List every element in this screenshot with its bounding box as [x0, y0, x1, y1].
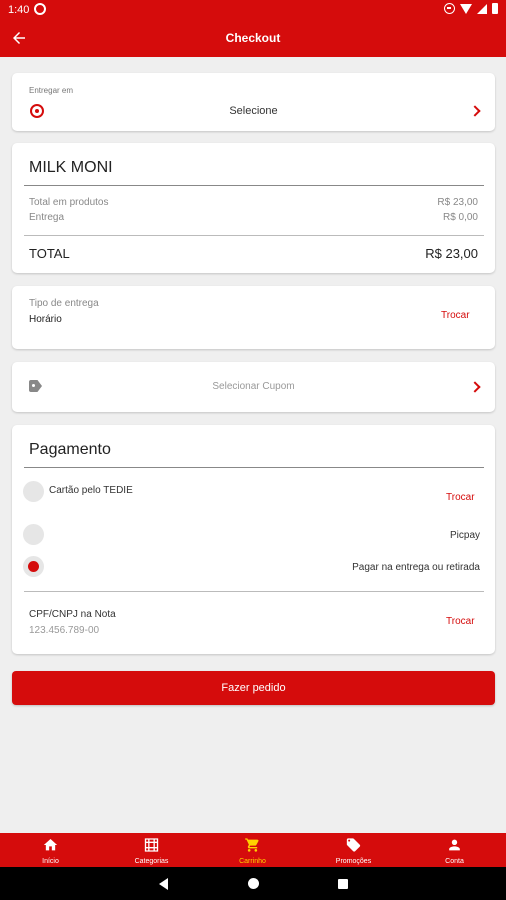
system-recents-icon[interactable]: [338, 879, 348, 889]
tag-icon: [346, 838, 361, 852]
summary-row: Entrega R$ 0,00: [29, 212, 478, 223]
delivery-address-label: Entregar em: [29, 86, 74, 95]
do-not-disturb-icon: [444, 3, 455, 14]
coupon-card[interactable]: Selecionar Cupom: [12, 362, 495, 412]
divider: [24, 235, 484, 236]
divider: [24, 467, 484, 468]
payment-radio-on-delivery[interactable]: [23, 556, 44, 577]
status-time: 1:40: [8, 4, 30, 16]
wifi-icon: [460, 3, 472, 14]
nav-item-account[interactable]: Conta: [404, 833, 505, 867]
payment-option-label: Pagar na entrega ou retirada: [352, 562, 480, 573]
change-delivery-type-button[interactable]: Trocar: [441, 310, 470, 321]
nav-label: Início: [42, 858, 59, 865]
total-row: TOTAL R$ 23,00: [29, 246, 478, 261]
divider: [24, 185, 484, 186]
summary-value: R$ 0,00: [442, 212, 478, 223]
nav-label: Promoções: [335, 858, 372, 865]
payment-card: Pagamento Cartão pelo TEDIE Trocar Picpa…: [12, 425, 495, 654]
cpf-value: 123.456.789-00: [29, 625, 100, 636]
system-nav-bar: [0, 867, 506, 900]
person-icon: [449, 839, 460, 851]
payment-radio-picpay[interactable]: [23, 524, 44, 545]
total-value: R$ 23,00: [425, 246, 478, 261]
nav-label: Categorias: [134, 858, 169, 865]
delivery-address-card[interactable]: Entregar em Selecione: [12, 73, 495, 131]
bottom-nav: Início Categorias Carrinho Promoções Con…: [0, 833, 506, 867]
summary-value: R$ 23,00: [437, 197, 478, 208]
payment-option-label: Picpay: [449, 530, 480, 541]
payment-radio-card[interactable]: [23, 481, 44, 502]
nav-item-cart[interactable]: Carrinho: [202, 833, 303, 867]
cart-icon: [245, 838, 259, 852]
summary-label: Total em produtos: [29, 197, 109, 208]
delivery-type-value: Horário: [29, 314, 62, 325]
nav-item-promotions[interactable]: Promoções: [303, 833, 404, 867]
page-title: Checkout: [225, 31, 281, 45]
app-notification-icon: [34, 3, 46, 15]
nav-item-home[interactable]: Início: [0, 833, 101, 867]
order-summary-card: MILK MONI Total em produtos R$ 23,00 Ent…: [12, 143, 495, 273]
status-bar: 1:40: [0, 0, 506, 20]
battery-icon: [492, 3, 498, 14]
cpf-label: CPF/CNPJ na Nota: [29, 609, 116, 620]
place-order-button[interactable]: Fazer pedido: [12, 671, 495, 705]
total-label: TOTAL: [29, 246, 70, 261]
system-back-icon[interactable]: [159, 878, 168, 890]
system-home-icon[interactable]: [248, 878, 259, 889]
summary-label: Entrega: [29, 212, 65, 223]
summary-row: Total em produtos R$ 23,00: [29, 197, 478, 208]
payment-title: Pagamento: [29, 441, 111, 458]
nav-label: Conta: [445, 858, 464, 865]
nav-label: Carrinho: [239, 858, 266, 865]
status-icons: [444, 3, 498, 14]
change-card-button[interactable]: Trocar: [446, 492, 475, 503]
delivery-type-card: Tipo de entrega Horário Trocar: [12, 286, 495, 349]
signal-icon: [477, 3, 487, 14]
delivery-address-value: Selecione: [229, 105, 278, 117]
home-icon: [43, 839, 58, 851]
divider: [24, 591, 484, 592]
grid-icon: [144, 838, 159, 852]
delivery-type-label: Tipo de entrega: [29, 298, 99, 309]
nav-item-categories[interactable]: Categorias: [101, 833, 202, 867]
coupon-label: Selecionar Cupom: [212, 381, 295, 392]
app-bar: Checkout: [0, 20, 506, 57]
change-cpf-button[interactable]: Trocar: [446, 616, 475, 627]
payment-option-label: Cartão pelo TEDIE: [49, 485, 133, 496]
store-name: MILK MONI: [29, 159, 113, 176]
